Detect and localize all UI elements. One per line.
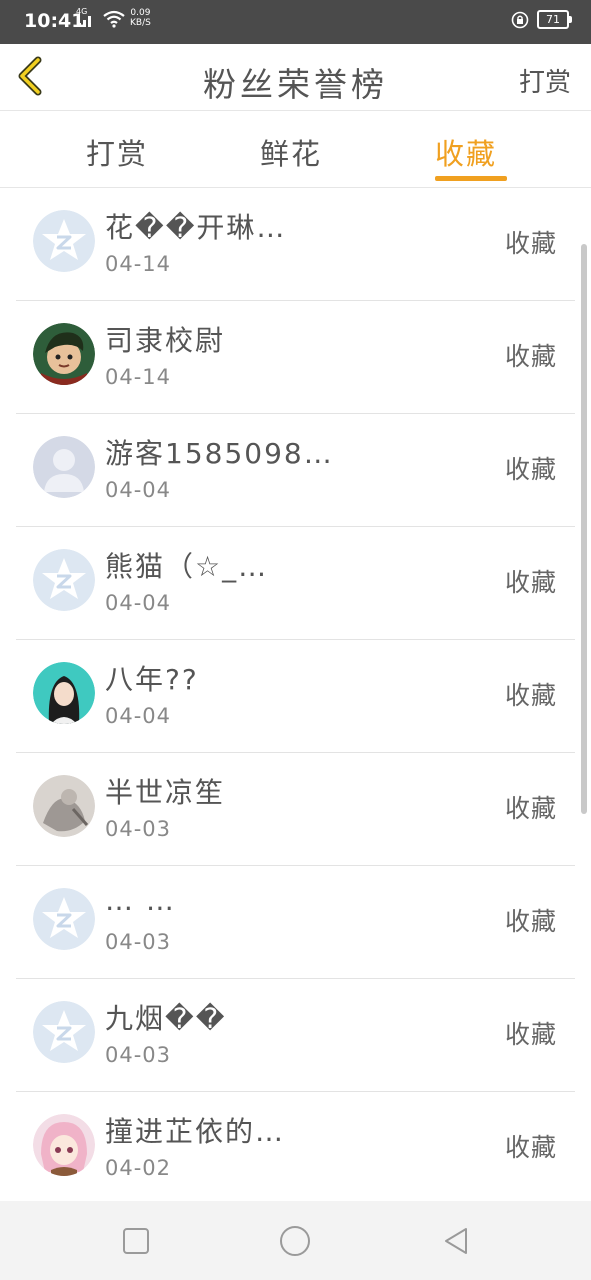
reward-button[interactable]: 打赏 [519, 62, 571, 99]
speed-unit: KB/S [130, 18, 151, 28]
fan-date: 04-03 [105, 930, 172, 954]
recent-apps-button[interactable] [118, 1223, 154, 1259]
fan-date: 04-14 [105, 252, 172, 276]
list-item[interactable]: 八年?? 04-04 收藏 [16, 640, 575, 753]
avatar [33, 1114, 95, 1176]
title-bar: 粉丝荣誉榜 打赏 [0, 44, 591, 111]
fan-action: 收藏 [504, 568, 557, 597]
fan-action: 收藏 [504, 1020, 557, 1049]
list-item[interactable]: 半世凉笙 04-03 收藏 [16, 753, 575, 866]
fan-name: … … [105, 884, 176, 917]
fan-action: 收藏 [504, 342, 557, 371]
anime-girl-avatar-icon [33, 1114, 95, 1176]
active-tab-indicator [435, 176, 507, 181]
scrollbar[interactable] [581, 244, 587, 814]
rotation-lock-icon [511, 11, 529, 28]
avatar [33, 323, 95, 385]
square-icon [123, 1228, 149, 1254]
fan-date: 04-03 [105, 817, 172, 841]
fan-name: 游客1585098… [105, 437, 334, 470]
fan-date: 04-03 [105, 1043, 172, 1067]
signal-icon: 4G [76, 8, 94, 27]
fan-action: 收藏 [504, 1133, 557, 1162]
status-bar: 10:41 4G 0.09 KB/S 71 [0, 0, 591, 44]
avatar [33, 210, 95, 272]
default-avatar-icon [33, 888, 95, 950]
default-avatar-icon [33, 210, 95, 272]
grey-photo-avatar-icon [33, 775, 95, 837]
battery-icon: 71 [537, 10, 572, 29]
avatar [33, 436, 95, 498]
default-avatar-icon [33, 1001, 95, 1063]
avatar [33, 549, 95, 611]
fan-name: 花��开琳… [105, 211, 287, 244]
tab-reward[interactable]: 打赏 [86, 131, 148, 173]
fan-date: 04-04 [105, 704, 172, 728]
avatar [33, 1001, 95, 1063]
fan-date: 04-14 [105, 365, 172, 389]
fan-date: 04-04 [105, 478, 172, 502]
avatar [33, 775, 95, 837]
fan-date: 04-04 [105, 591, 172, 615]
back-nav-button[interactable] [438, 1223, 474, 1259]
fan-list: 花��开琳… 04-14 收藏 司隶校尉 04-14 收藏 游客1585098…… [0, 188, 591, 1205]
fan-action: 收藏 [504, 681, 557, 710]
list-item[interactable]: 花��开琳… 04-14 收藏 [16, 188, 575, 301]
system-nav-bar [0, 1201, 591, 1280]
status-icons: 4G [76, 8, 126, 28]
avatar [33, 888, 95, 950]
fan-action: 收藏 [504, 907, 557, 936]
warrior-avatar-icon [33, 323, 95, 385]
fan-name: 半世凉笙 [105, 776, 226, 809]
fan-action: 收藏 [504, 455, 557, 484]
default-avatar-icon [33, 549, 95, 611]
fan-name: 撞进芷依的… [105, 1115, 286, 1148]
home-button[interactable] [277, 1223, 313, 1259]
list-item[interactable]: 九烟�� 04-03 收藏 [16, 979, 575, 1092]
list-item[interactable]: 熊猫（☆_… 04-04 收藏 [16, 527, 575, 640]
network-speed: 0.09 KB/S [130, 8, 151, 28]
circle-icon [280, 1226, 310, 1256]
list-item[interactable]: 撞进芷依的… 04-02 收藏 [16, 1092, 575, 1205]
tab-favorites[interactable]: 收藏 [435, 131, 497, 173]
fan-name: 九烟�� [105, 1002, 227, 1035]
list-item[interactable]: … … 04-03 收藏 [16, 866, 575, 979]
fan-action: 收藏 [504, 794, 557, 823]
speed-value: 0.09 [130, 8, 151, 18]
fan-date: 04-02 [105, 1156, 172, 1180]
status-right: 71 [511, 10, 572, 29]
list-item[interactable]: 司隶校尉 04-14 收藏 [16, 301, 575, 414]
triangle-back-icon [445, 1228, 467, 1254]
fan-name: 八年?? [105, 663, 199, 696]
page-title: 粉丝荣誉榜 [203, 65, 388, 104]
user-silhouette-icon [33, 436, 95, 498]
fan-name: 熊猫（☆_… [105, 550, 269, 583]
avatar [33, 662, 95, 724]
girl-photo-avatar-icon [33, 662, 95, 724]
fan-action: 收藏 [504, 229, 557, 258]
list-item[interactable]: 游客1585098… 04-04 收藏 [16, 414, 575, 527]
fan-name: 司隶校尉 [105, 324, 226, 357]
wifi-icon [103, 10, 125, 28]
tab-flowers[interactable]: 鲜花 [260, 131, 322, 173]
